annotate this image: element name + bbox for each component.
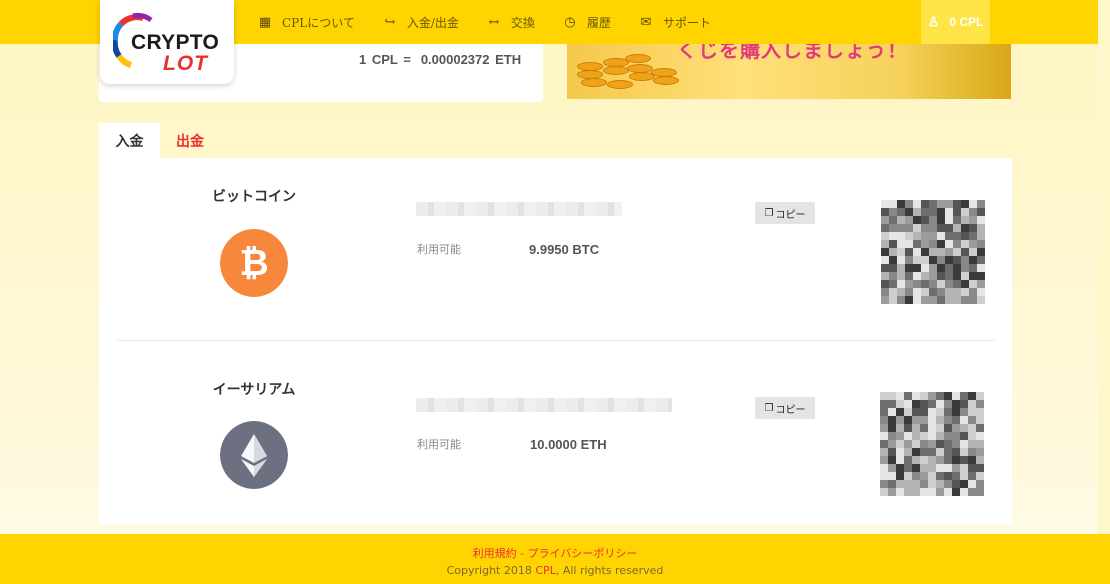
copy-icon: ❐ (764, 207, 774, 219)
logo-text-lot: LOT (163, 52, 208, 75)
nav-item-about[interactable]: ▦ CPLについて (258, 14, 355, 31)
user-balance: 0 CPL (949, 15, 984, 29)
tab-deposit[interactable]: 入金 (99, 123, 160, 159)
footer: 利用規約 - プライバシーポリシー Copyright 2018 CPL, Al… (0, 534, 1110, 584)
share-arrow-icon: ↪ (384, 14, 396, 30)
copy-address-button-eth[interactable]: ❐ コピー (755, 397, 815, 419)
copy-icon: ❐ (764, 402, 774, 414)
history-icon: ◷ (564, 14, 576, 30)
nav-label-deposit-withdraw: 入金/出金 (406, 15, 459, 30)
banner-text: くじを購入しましょう！ (677, 44, 908, 62)
available-balance-eth: 10.0000 ETH (530, 437, 607, 452)
copy-label: コピー (775, 404, 806, 416)
logo[interactable]: CRYPTO LOT (100, 0, 234, 84)
user-balance-button[interactable]: ♙ 0 CPL (921, 0, 990, 44)
privacy-policy-link[interactable]: プライバシーポリシー (528, 547, 638, 560)
bitcoin-icon: ₿ (220, 229, 288, 297)
scrollbar-track[interactable] (1098, 0, 1110, 584)
nav-item-history[interactable]: ◷ 履歴 (563, 14, 611, 31)
footer-links: 利用規約 - プライバシーポリシー (0, 545, 1110, 561)
promo-banner[interactable]: くじを購入しましょう！ (567, 44, 1011, 99)
bitcoin-address-blurred (416, 202, 622, 216)
copy-label: コピー (775, 209, 806, 221)
wallet-panel: ビットコイン ₿ 利用可能 9.9950 BTC ❐ コピー イーサリアム 利用… (99, 158, 1012, 524)
tab-withdraw[interactable]: 出金 (164, 123, 216, 159)
nav-item-exchange[interactable]: ↔ 交換 (487, 14, 535, 31)
calculator-icon: ▦ (258, 14, 272, 30)
copyright: Copyright 2018 CPL, All rights reserved (0, 564, 1110, 577)
mail-icon: ✉ (640, 14, 652, 30)
nav-label-about: CPLについて (282, 15, 355, 30)
nav-label-support: サポート (662, 15, 711, 30)
copyright-brand: CPL (535, 564, 556, 577)
main-nav: ▦ CPLについて ↪ 入金/出金 ↔ 交換 ◷ 履歴 ✉ サポート (258, 0, 739, 44)
available-label: 利用可能 (417, 438, 461, 451)
nav-item-support[interactable]: ✉ サポート (639, 14, 711, 31)
nav-item-deposit-withdraw[interactable]: ↪ 入金/出金 (383, 14, 459, 31)
wallet-name-ethereum: イーサリアム (212, 381, 296, 397)
exchange-arrows-icon: ↔ (488, 14, 500, 30)
bitcoin-qr-code (881, 200, 985, 304)
row-divider (117, 340, 995, 341)
footer-separator: - (516, 547, 528, 560)
rate-value: 0.00002372 ETH (420, 52, 522, 67)
available-balance-btc: 9.9950 BTC (529, 242, 600, 257)
copyright-prefix: Copyright 2018 (446, 564, 536, 577)
rate-label: 1 CPL = (359, 52, 411, 67)
available-label: 利用可能 (417, 243, 461, 256)
user-icon: ♙ (927, 14, 940, 29)
wallet-name-bitcoin: ビットコイン (212, 188, 296, 204)
nav-label-exchange: 交換 (510, 15, 535, 30)
ethereum-address-blurred (416, 398, 672, 412)
terms-link[interactable]: 利用規約 (473, 547, 517, 560)
svg-text:₿: ₿ (239, 242, 268, 283)
ethereum-qr-code (880, 392, 984, 496)
copyright-suffix: , All rights reserved (555, 564, 664, 577)
ethereum-icon (220, 421, 288, 489)
copy-address-button-btc[interactable]: ❐ コピー (755, 202, 815, 224)
nav-label-history: 履歴 (586, 15, 611, 30)
exchange-rate: 1 CPL = 0.00002372 ETH (359, 52, 521, 67)
